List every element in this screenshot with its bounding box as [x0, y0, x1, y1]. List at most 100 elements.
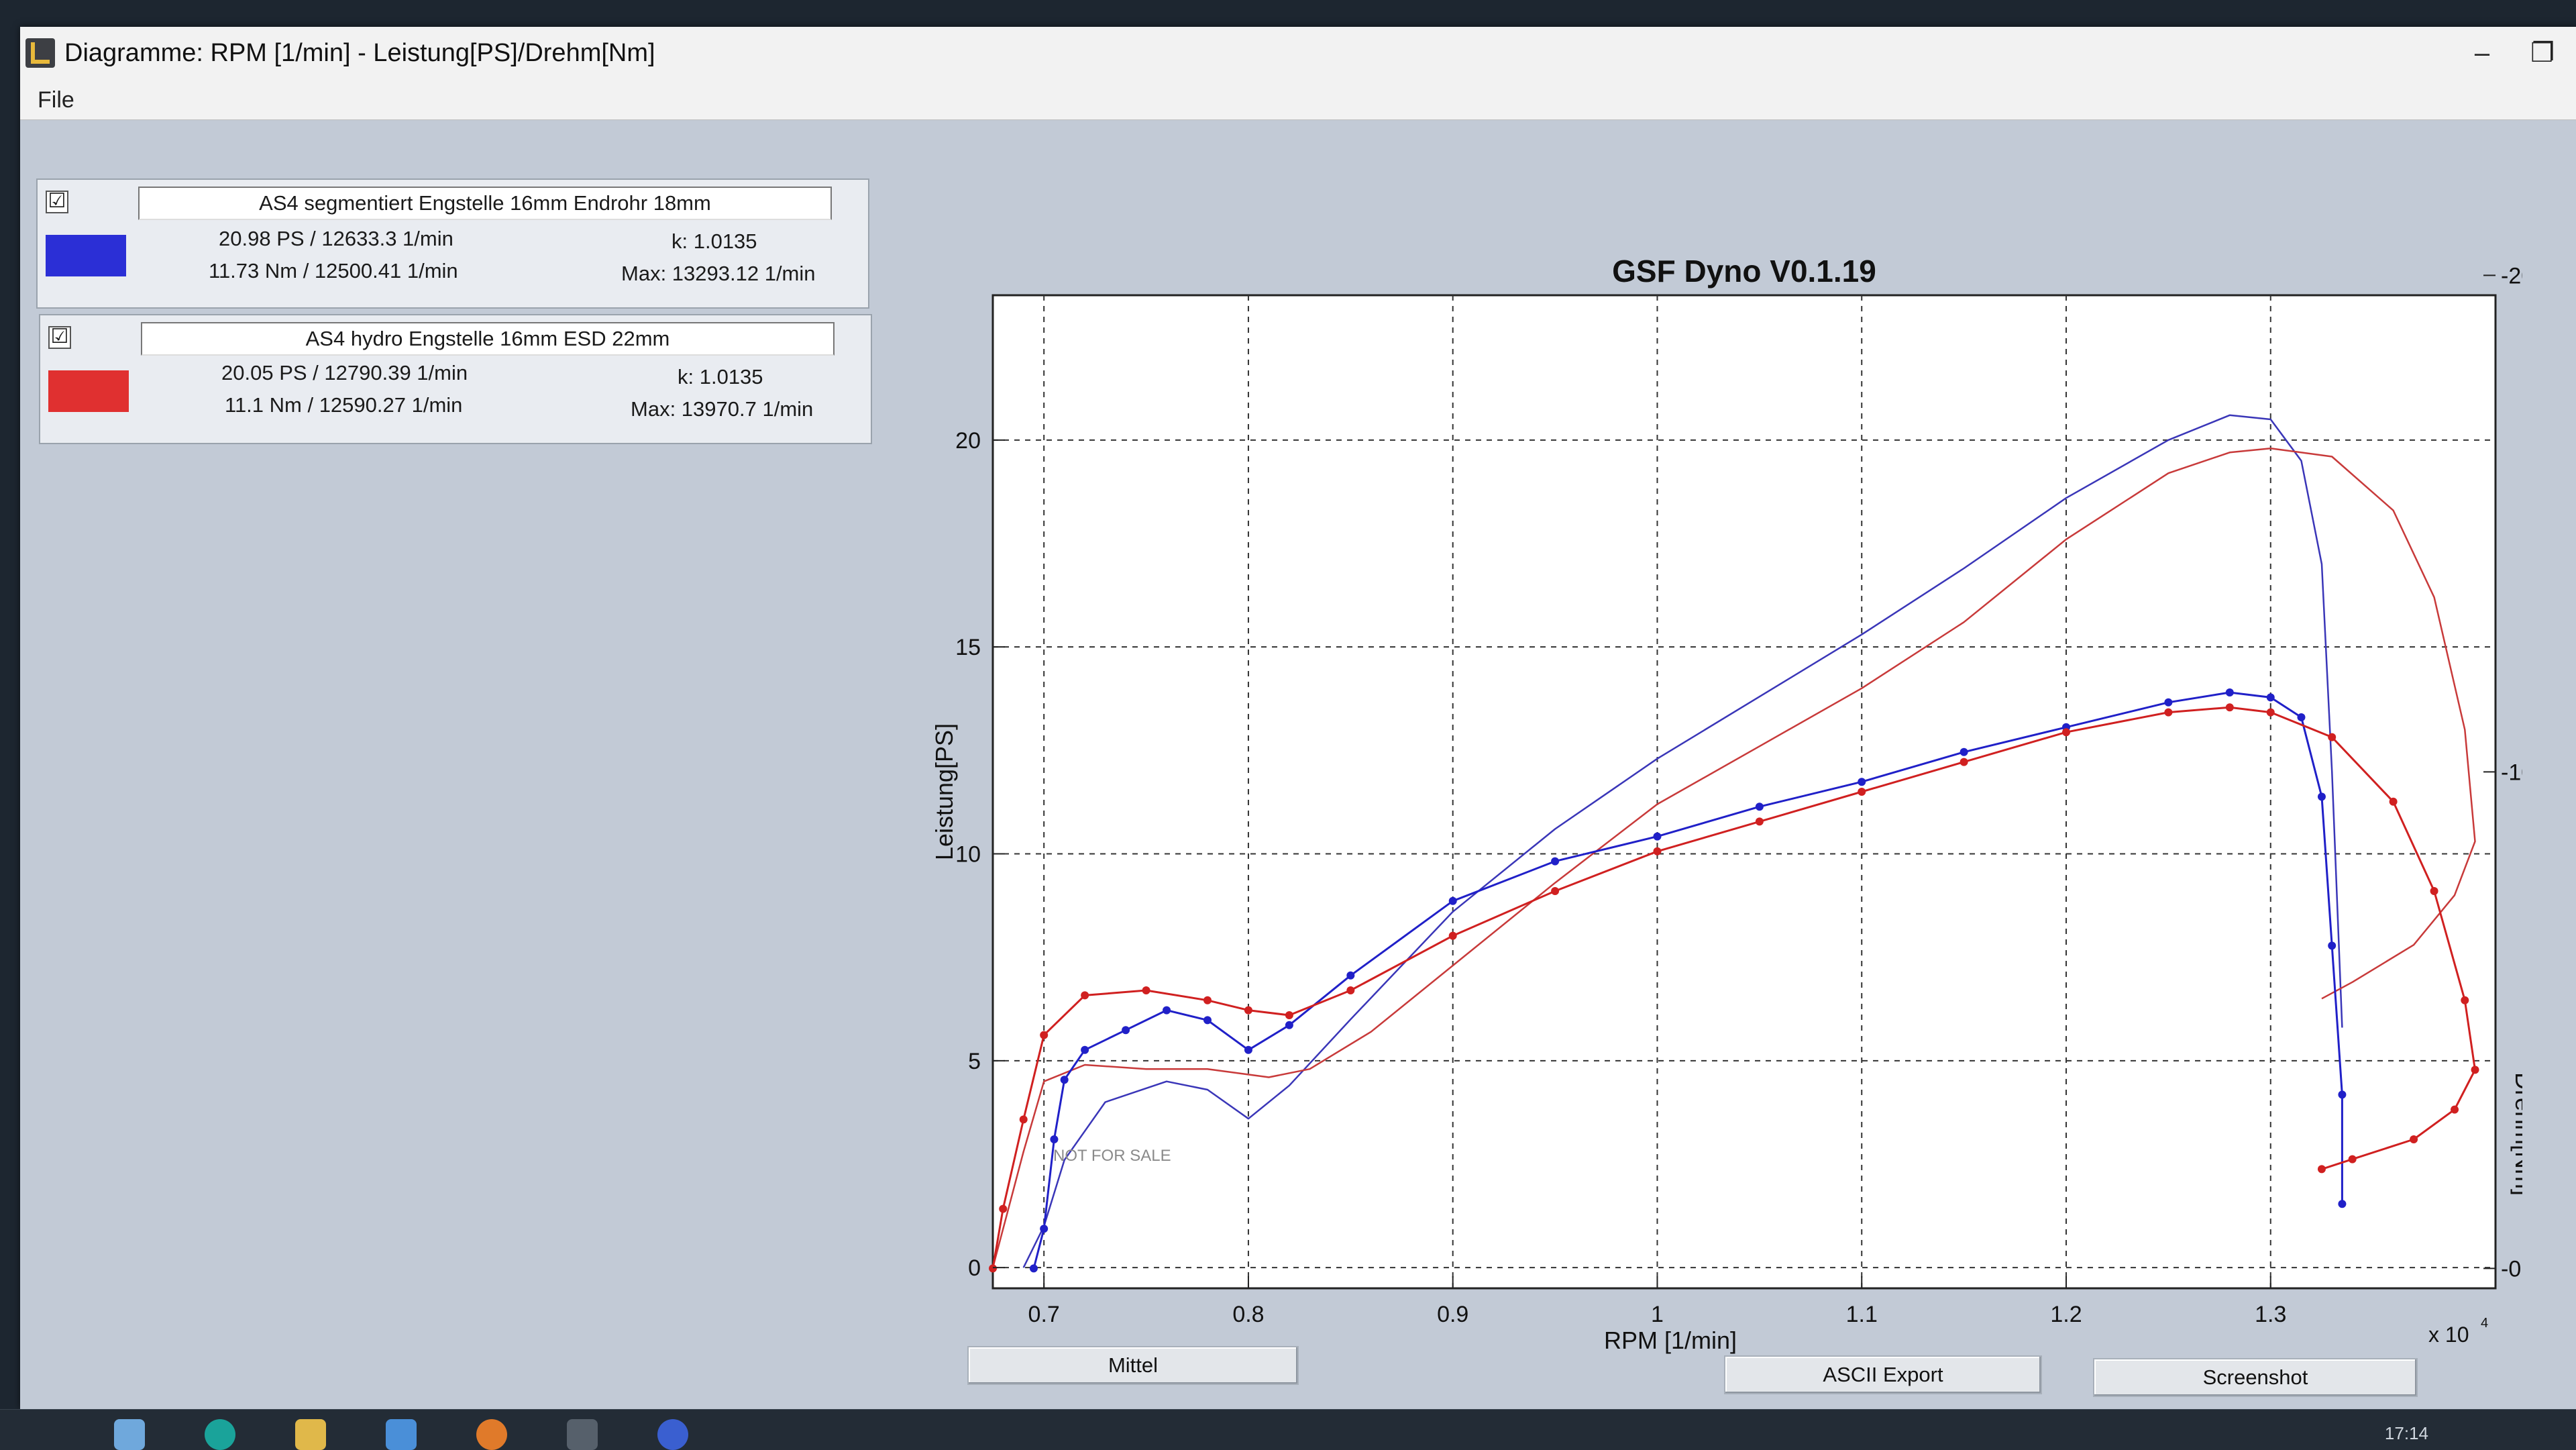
legend-2-color-swatch[interactable] — [48, 370, 129, 412]
taskbar-clock: 17:14 — [2384, 1423, 2428, 1443]
legend-2-torque: 11.1 Nm / 12590.27 1/min — [225, 393, 463, 417]
legend-2-k: k: 1.0135 — [678, 365, 763, 389]
watermark: NOT FOR SALE — [1053, 1147, 1171, 1165]
series-point-3 — [1040, 1225, 1049, 1233]
menu-file[interactable]: File — [38, 87, 74, 113]
series-point-3 — [1448, 896, 1457, 905]
series-point-3 — [1029, 1264, 1038, 1273]
series-point-3 — [1081, 1045, 1089, 1054]
legend-1-power: 20.98 PS / 12633.3 1/min — [219, 227, 453, 250]
window-title: Diagramme: RPM [1/min] - Leistung[PS]/Dr… — [64, 38, 655, 67]
screenshot-button[interactable]: Screenshot — [2093, 1358, 2418, 1397]
series-point-4 — [1203, 996, 1212, 1004]
series-point-4 — [2062, 728, 2070, 737]
y2-axis-label: Drehm[Nm] — [2510, 1072, 2522, 1196]
x-tick-label: 0.8 — [1232, 1302, 1264, 1327]
legend-2-checkbox[interactable]: ☑ — [48, 326, 71, 349]
x-tick-label: 1 — [1651, 1302, 1664, 1327]
series-point-4 — [1346, 986, 1355, 994]
y-tick-label: 15 — [955, 635, 981, 660]
series-point-4 — [1448, 931, 1457, 940]
legend-2-power: 20.05 PS / 12790.39 1/min — [221, 361, 468, 384]
x-tick-label: 1.3 — [2255, 1302, 2286, 1327]
series-point-4 — [2471, 1066, 2479, 1074]
series-point-3 — [2338, 1090, 2347, 1099]
edge-icon[interactable] — [205, 1419, 235, 1450]
legend-2-max: Max: 13970.7 1/min — [631, 397, 814, 421]
firefox-icon[interactable] — [476, 1419, 507, 1450]
legend-2-name-field[interactable]: AS4 hydro Engstelle 16mm ESD 22mm — [141, 322, 835, 356]
x-tick-label: 1.2 — [2050, 1302, 2082, 1327]
y-tick-label: 0 — [968, 1255, 981, 1281]
series-point-3 — [1163, 1006, 1171, 1015]
series-point-4 — [1244, 1006, 1252, 1015]
series-point-4 — [1960, 758, 1968, 766]
x-tick-label: 0.7 — [1028, 1302, 1060, 1327]
y-tick-label: 20 — [955, 428, 981, 454]
chart-title: GSF Dyno V0.1.19 — [1612, 254, 1876, 289]
mittel-button[interactable]: Mittel — [967, 1346, 1299, 1385]
series-point-4 — [1040, 1031, 1049, 1039]
y-tick-label: 10 — [955, 842, 981, 868]
series-point-3 — [2225, 688, 2234, 696]
series-point-4 — [2461, 996, 2469, 1004]
x-tick-label: 1.1 — [1846, 1302, 1878, 1327]
series-point-3 — [1346, 971, 1355, 980]
menu-bar: File — [20, 79, 2576, 120]
series-point-4 — [1755, 817, 1764, 826]
start-icon[interactable] — [114, 1419, 145, 1450]
legend-1-max: Max: 13293.12 1/min — [621, 262, 816, 285]
series-point-4 — [2389, 797, 2398, 806]
series-point-3 — [2328, 941, 2337, 950]
legend-1-color-swatch[interactable] — [46, 235, 126, 276]
series-point-3 — [1551, 857, 1560, 866]
series-point-4 — [2410, 1135, 2418, 1143]
series-point-4 — [999, 1204, 1008, 1213]
legend-1-torque: 11.73 Nm / 12500.41 1/min — [209, 259, 458, 282]
x-multiplier-exponent: 4 — [2481, 1316, 2488, 1331]
series-point-4 — [2348, 1155, 2357, 1163]
dyno-window: Diagramme: RPM [1/min] - Leistung[PS]/Dr… — [20, 27, 2576, 1409]
legend-1-checkbox[interactable]: ☑ — [46, 191, 68, 213]
file-explorer-icon[interactable] — [295, 1419, 326, 1450]
series-point-3 — [2297, 713, 2306, 721]
title-bar: Diagramme: RPM [1/min] - Leistung[PS]/Dr… — [20, 27, 2576, 79]
legend-entry-1: ☑ AS4 segmentiert Engstelle 16mm Endrohr… — [36, 178, 869, 309]
x-multiplier: x 10 — [2428, 1323, 2469, 1347]
series-point-3 — [1755, 802, 1764, 811]
series-point-3 — [2338, 1200, 2347, 1208]
series-point-3 — [2266, 693, 2275, 702]
series-point-3 — [1244, 1045, 1252, 1054]
series-point-3 — [1050, 1135, 1059, 1143]
series-point-3 — [1122, 1026, 1130, 1035]
series-point-4 — [1653, 847, 1662, 856]
dyno-app-taskbar-icon[interactable] — [567, 1419, 598, 1450]
y2-tick-label: -0 — [2501, 1256, 2521, 1282]
series-point-3 — [2164, 698, 2173, 707]
series-point-4 — [2451, 1105, 2459, 1114]
legend-1-k: k: 1.0135 — [672, 229, 757, 253]
series-point-3 — [1653, 832, 1662, 841]
y-axis-label: Leistung[PS] — [930, 723, 958, 860]
store-icon[interactable] — [386, 1419, 417, 1450]
series-point-3 — [2317, 792, 2326, 801]
restore-button[interactable]: ❐ — [2522, 36, 2563, 70]
x-axis-label: RPM [1/min] — [1604, 1327, 1737, 1354]
legend-1-name-field[interactable]: AS4 segmentiert Engstelle 16mm Endrohr 1… — [138, 187, 832, 220]
series-point-4 — [2266, 708, 2275, 717]
ascii-export-button[interactable]: ASCII Export — [1724, 1355, 2042, 1394]
chrome-icon[interactable] — [657, 1419, 688, 1450]
x-tick-label: 0.9 — [1437, 1302, 1468, 1327]
series-point-4 — [1142, 986, 1150, 994]
series-point-4 — [1081, 991, 1089, 1000]
series-point-4 — [2317, 1165, 2326, 1174]
series-point-4 — [1551, 887, 1560, 895]
y2-tick-label: -20 — [2501, 263, 2522, 289]
dyno-chart: 0.7 0.8 0.9 1 1.1 1.2 1.3 0 5 10 15 20 -0 -10 -20 GSF … — [930, 254, 2522, 1354]
series-point-3 — [1060, 1076, 1069, 1084]
series-point-4 — [2328, 733, 2337, 741]
series-point-3 — [1960, 747, 1968, 756]
series-point-3 — [1858, 778, 1866, 786]
minimize-button[interactable]: – — [2462, 36, 2502, 70]
app-icon — [25, 38, 55, 68]
